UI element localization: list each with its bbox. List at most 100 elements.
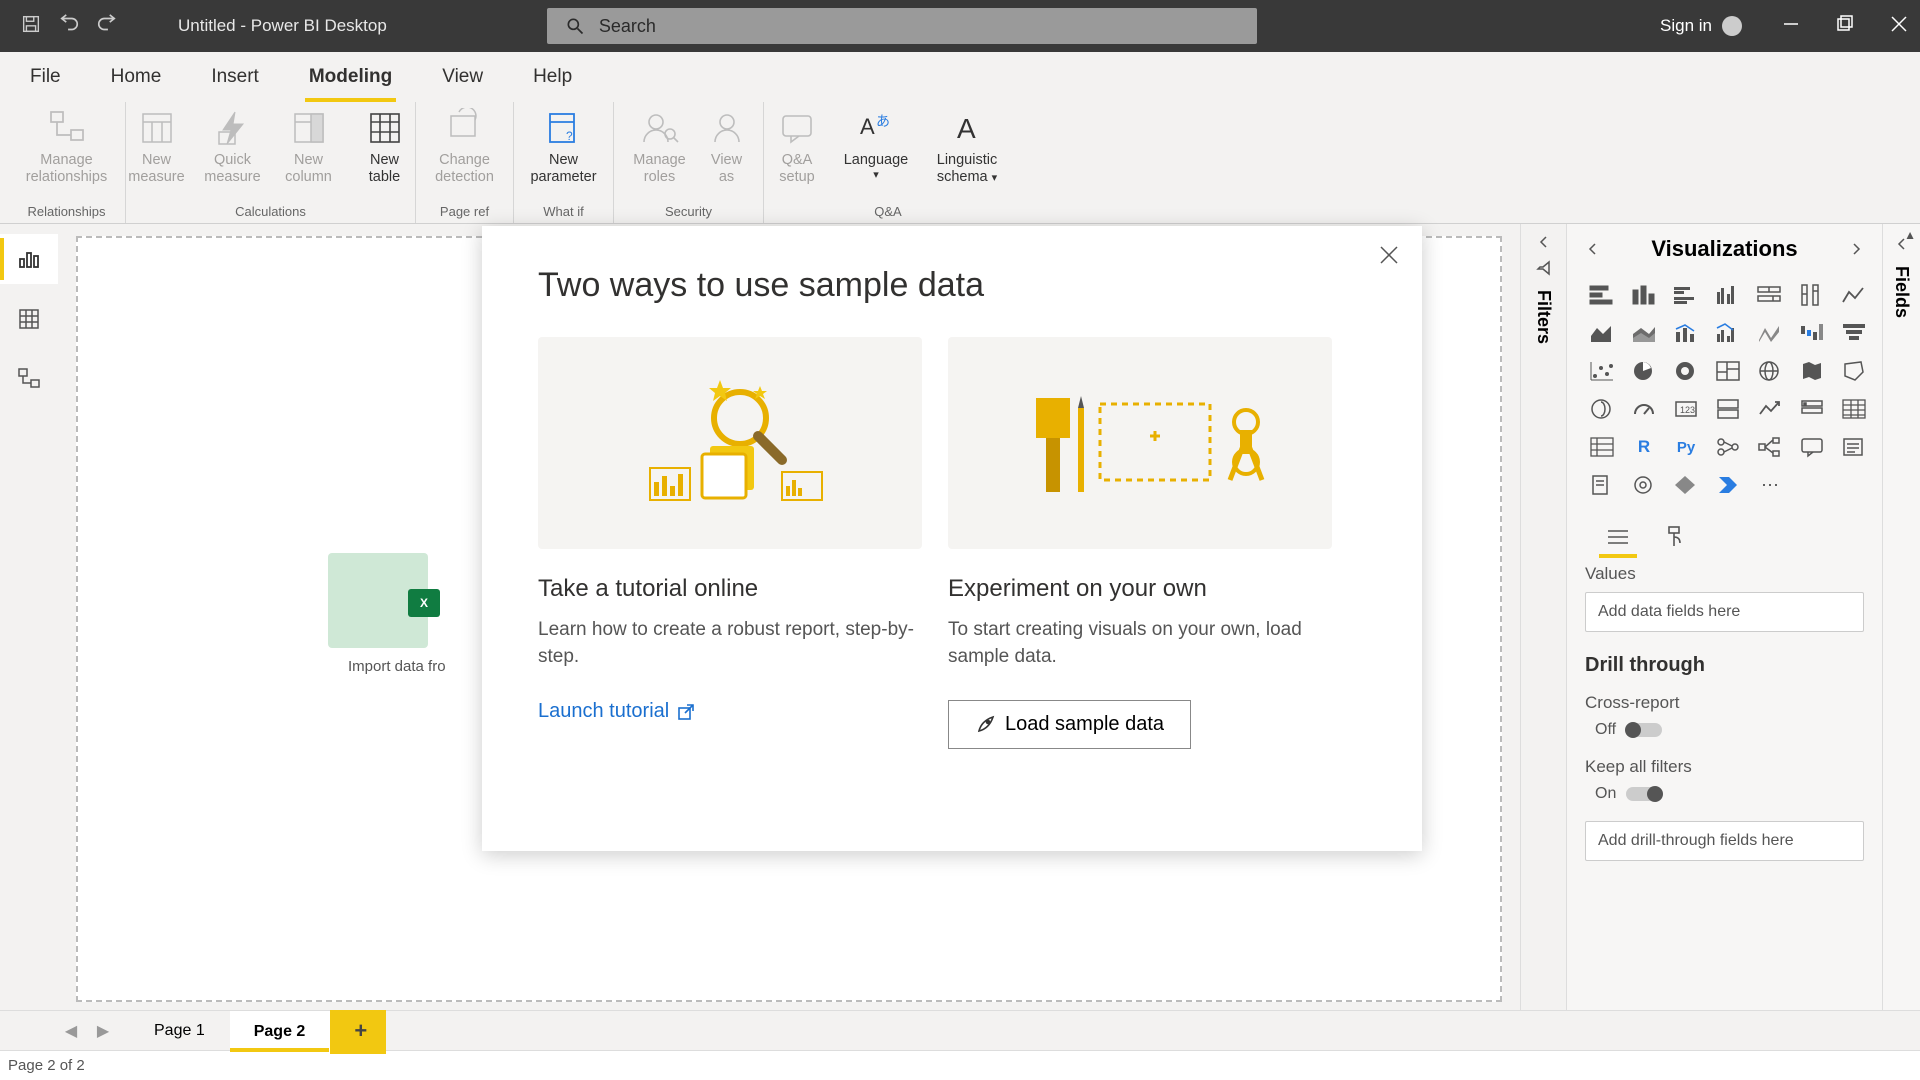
vis-line-clustered[interactable]: [1711, 318, 1745, 348]
launch-tutorial-link[interactable]: Launch tutorial: [538, 700, 695, 723]
vis-smart-narrative[interactable]: [1837, 432, 1871, 462]
sign-in[interactable]: Sign in: [1660, 16, 1742, 36]
values-dropzone[interactable]: Add data fields here: [1585, 592, 1864, 632]
filters-pane-collapsed[interactable]: Filters: [1520, 224, 1566, 1010]
keep-filters-toggle[interactable]: [1626, 787, 1662, 801]
vis-100-column[interactable]: [1795, 280, 1829, 310]
btn-linguistic-schema[interactable]: A Linguistic schema ▾: [924, 106, 1010, 187]
excel-import-card[interactable]: X: [328, 553, 428, 648]
vis-azure-map[interactable]: [1585, 394, 1619, 424]
vis-waterfall[interactable]: [1795, 318, 1829, 348]
vis-decomposition[interactable]: [1753, 432, 1787, 462]
chevron-left-icon[interactable]: [1585, 241, 1601, 257]
close-icon[interactable]: [1890, 15, 1908, 38]
vis-line[interactable]: [1837, 280, 1871, 310]
vis-line-stacked[interactable]: [1669, 318, 1703, 348]
vis-multi-row-card[interactable]: [1711, 394, 1745, 424]
vis-kpi[interactable]: [1753, 394, 1787, 424]
vis-python-visual[interactable]: Py: [1669, 432, 1703, 462]
vis-clustered-column[interactable]: [1711, 280, 1745, 310]
vis-donut[interactable]: [1669, 356, 1703, 386]
vis-more[interactable]: ⋯: [1753, 470, 1787, 500]
keep-all-filters-label: Keep all filters: [1585, 757, 1864, 777]
menu-modeling[interactable]: Modeling: [301, 56, 400, 102]
page-nav-prev[interactable]: ◀: [58, 1018, 84, 1044]
group-label: Q&A: [874, 204, 901, 221]
vis-area[interactable]: [1585, 318, 1619, 348]
group-label: Calculations: [235, 204, 306, 221]
ritem-label: roles: [644, 169, 675, 186]
vis-matrix[interactable]: [1585, 432, 1619, 462]
vis-paginated[interactable]: [1585, 470, 1619, 500]
vis-funnel[interactable]: [1837, 318, 1871, 348]
page-tab-2[interactable]: Page 2: [230, 1011, 331, 1051]
vis-qa[interactable]: [1795, 432, 1829, 462]
undo-icon[interactable]: [58, 13, 80, 40]
rocket-icon: [975, 715, 995, 735]
fields-tab-icon[interactable]: [1603, 522, 1633, 552]
vis-arcgis[interactable]: [1627, 470, 1661, 500]
report-view-button[interactable]: [0, 234, 58, 284]
format-tab-icon[interactable]: [1661, 522, 1691, 552]
vis-100-bar[interactable]: [1753, 280, 1787, 310]
page-tab-1[interactable]: Page 1: [130, 1012, 230, 1050]
quick-measure-icon: [213, 108, 253, 148]
menu-view[interactable]: View: [434, 56, 491, 102]
vis-stacked-area[interactable]: [1627, 318, 1661, 348]
btn-new-table[interactable]: New table: [350, 106, 420, 187]
ritem-label: detection: [435, 169, 494, 186]
values-section-label: Values: [1585, 564, 1864, 584]
vis-ribbon[interactable]: [1753, 318, 1787, 348]
ritem-label: setup: [779, 169, 814, 186]
load-sample-data-button[interactable]: Load sample data: [948, 700, 1191, 749]
vis-table[interactable]: [1837, 394, 1871, 424]
menu-home[interactable]: Home: [103, 56, 170, 102]
add-page-button[interactable]: +: [330, 1008, 386, 1054]
drillthrough-header: Drill through: [1585, 654, 1864, 677]
vis-key-influencers[interactable]: [1711, 432, 1745, 462]
maximize-icon[interactable]: [1836, 15, 1854, 38]
menu-insert[interactable]: Insert: [203, 56, 267, 102]
vis-clustered-bar[interactable]: [1669, 280, 1703, 310]
vis-r-visual[interactable]: R: [1627, 432, 1661, 462]
drillthrough-dropzone[interactable]: Add drill-through fields here: [1585, 821, 1864, 861]
vis-treemap[interactable]: [1711, 356, 1745, 386]
cross-report-toggle[interactable]: [1626, 723, 1662, 737]
minimize-icon[interactable]: [1782, 15, 1800, 38]
vis-slicer[interactable]: [1795, 394, 1829, 424]
search-box[interactable]: Search: [547, 8, 1257, 44]
vis-stacked-bar[interactable]: [1585, 280, 1619, 310]
vis-shape-map[interactable]: [1837, 356, 1871, 386]
ritem-label: New: [370, 152, 399, 169]
redo-icon[interactable]: [96, 13, 118, 40]
dialog-close-button[interactable]: [1378, 244, 1400, 271]
vis-map[interactable]: [1753, 356, 1787, 386]
column-icon: [289, 108, 329, 148]
vis-gauge[interactable]: [1627, 394, 1661, 424]
data-view-button[interactable]: [0, 294, 58, 344]
vis-power-automate[interactable]: [1711, 470, 1745, 500]
vis-stacked-column[interactable]: [1627, 280, 1661, 310]
table-icon: [365, 108, 405, 148]
ritem-label: Manage: [40, 152, 92, 169]
chevron-right-icon[interactable]: [1848, 241, 1864, 257]
scroll-up-arrow[interactable]: ▲: [1904, 228, 1916, 242]
group-label: Security: [665, 204, 712, 221]
vis-pie[interactable]: [1627, 356, 1661, 386]
vis-filled-map[interactable]: [1795, 356, 1829, 386]
measure-icon: [137, 108, 177, 148]
vis-card[interactable]: 123: [1669, 394, 1703, 424]
menu-help[interactable]: Help: [525, 56, 580, 102]
ritem-label: column: [285, 169, 332, 186]
experiment-card: Experiment on your own To start creating…: [948, 337, 1332, 749]
vis-power-apps[interactable]: [1669, 470, 1703, 500]
save-icon[interactable]: [20, 13, 42, 40]
ritem-label: New: [549, 152, 578, 169]
model-view-button[interactable]: [0, 354, 58, 404]
menu-file[interactable]: File: [22, 56, 69, 102]
btn-language[interactable]: Aあ Language ▾: [834, 106, 918, 183]
vis-scatter[interactable]: [1585, 356, 1619, 386]
btn-new-parameter[interactable]: ? New parameter: [520, 106, 608, 187]
page-nav-next[interactable]: ▶: [90, 1018, 116, 1044]
fields-pane-collapsed[interactable]: Fields: [1882, 224, 1920, 1010]
